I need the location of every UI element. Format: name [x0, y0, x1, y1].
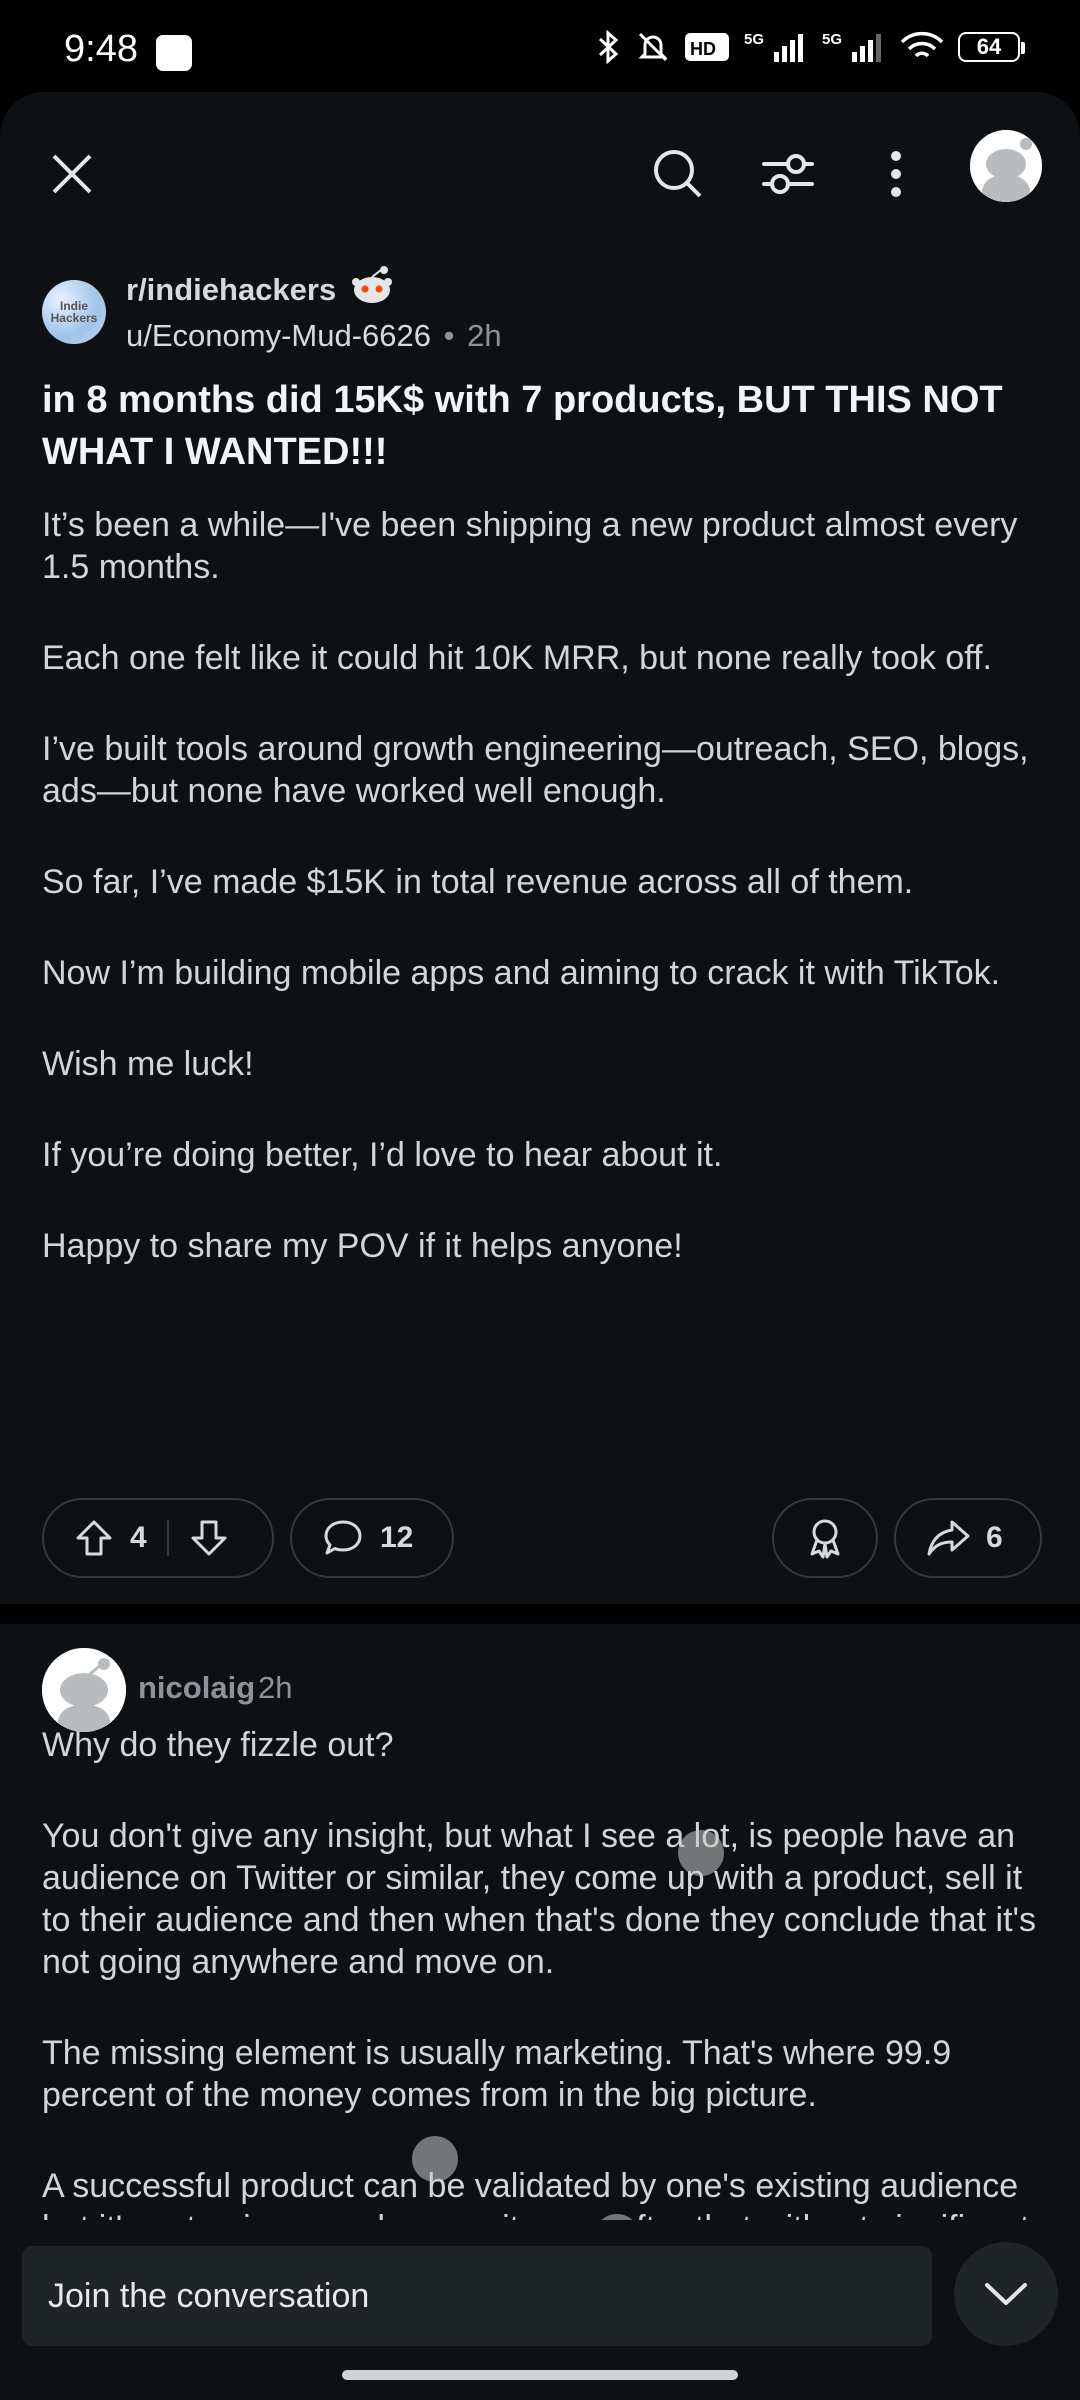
post-author[interactable]: u/Economy-Mud-6626 [126, 318, 431, 353]
post: Indie Hackers r/indiehackers u/Economy-M… [42, 266, 1042, 1316]
battery-indicator: 64 [958, 32, 1025, 62]
vote-count: 4 [130, 1521, 147, 1554]
sort-filter-button[interactable] [756, 142, 820, 206]
status-time: 9:48 [64, 28, 138, 70]
post-body: It’s been a while—I've been shipping a n… [42, 504, 1042, 1267]
downvote-icon [191, 1520, 227, 1556]
vote-control: 4 [42, 1498, 274, 1578]
snoo-avatar-icon [42, 1648, 126, 1732]
commenter-avatar[interactable] [42, 1648, 126, 1732]
touch-indicator [678, 1830, 724, 1876]
meta-separator: • [443, 318, 455, 353]
comment-header: nicolaig 2h [42, 1648, 1042, 1732]
filter-icon [762, 154, 814, 194]
post-paragraph: I’ve built tools around growth engineeri… [42, 730, 1029, 810]
upvote-icon [76, 1520, 112, 1556]
search-button[interactable] [646, 142, 710, 206]
hd-voice-icon: HD [685, 33, 729, 61]
join-conversation-input[interactable]: Join the conversation [22, 2246, 932, 2346]
post-paragraph: Wish me luck! [42, 1045, 254, 1083]
search-icon [654, 150, 702, 198]
post-age: 2h [467, 318, 502, 353]
post-paragraph: It’s been a while—I've been shipping a n… [42, 506, 1018, 586]
upvote-button[interactable] [74, 1518, 114, 1558]
chevron-down-icon [985, 2283, 1027, 2305]
reply-placeholder: Join the conversation [48, 2276, 370, 2315]
post-paragraph: Now I’m building mobile apps and aiming … [42, 954, 1001, 992]
battery-level: 64 [976, 34, 1002, 59]
section-divider [0, 1604, 1080, 1624]
comment-paragraph: The missing element is usually marketing… [42, 2034, 952, 2114]
subreddit-name[interactable]: r/indiehackers [126, 272, 336, 308]
profile-avatar[interactable] [970, 130, 1042, 202]
collapse-button[interactable] [954, 2242, 1058, 2346]
svg-text:HD: HD [690, 39, 716, 59]
post-header: Indie Hackers r/indiehackers u/Economy-M… [42, 266, 1042, 370]
close-button[interactable] [42, 144, 102, 204]
reply-bar: Join the conversation [0, 2220, 1080, 2400]
comment-count: 12 [380, 1521, 414, 1554]
comment-icon [324, 1520, 362, 1555]
vote-divider [166, 1520, 169, 1556]
signal-5g-icon: 5G [822, 31, 881, 62]
post-paragraph: So far, I’ve made $15K in total revenue … [42, 863, 914, 901]
share-icon [927, 1520, 970, 1556]
snoo-avatar-icon [970, 130, 1042, 202]
svg-text:5G: 5G [744, 31, 764, 48]
post-title: in 8 months did 15K$ with 7 products, BU… [42, 379, 1003, 473]
bluetooth-icon [598, 30, 619, 64]
post-meta: u/Economy-Mud-6626 • 2h [126, 318, 502, 354]
touch-indicator [412, 2136, 458, 2182]
share-button[interactable]: 6 [894, 1498, 1042, 1578]
more-options-button[interactable] [868, 142, 924, 206]
award-button[interactable] [772, 1498, 878, 1578]
snoo-badge-icon [352, 266, 392, 303]
comment-body: Why do they fizzle out? You don't give a… [42, 1724, 1042, 2291]
close-icon [52, 154, 92, 194]
app-notification-icon [156, 35, 192, 71]
post-paragraph: Each one felt like it could hit 10K MRR,… [42, 639, 993, 677]
subreddit-avatar-text: Indie Hackers [50, 299, 98, 325]
comment-author[interactable]: nicolaig [138, 1670, 255, 1706]
comment-paragraph: You don't give any insight, but what I s… [42, 1817, 1037, 1981]
downvote-button[interactable] [189, 1518, 229, 1558]
bell-off-icon [638, 32, 668, 62]
comment-age: 2h [258, 1670, 293, 1705]
post-paragraph: Happy to share my POV if it helps anyone… [42, 1227, 683, 1265]
post-sheet: Indie Hackers r/indiehackers u/Economy-M… [0, 92, 1080, 2400]
comments-button[interactable]: 12 [290, 1498, 454, 1578]
svg-text:5G: 5G [822, 31, 842, 48]
status-bar: 9:48 HD 5G 5G 64 [0, 0, 1080, 96]
post-action-bar: 4 12 6 [42, 1498, 1042, 1582]
signal-5g-icon: 5G [744, 31, 803, 62]
status-icons: HD 5G 5G 64 [596, 30, 1025, 64]
top-bar [0, 92, 1080, 242]
subreddit-avatar[interactable]: Indie Hackers [42, 280, 106, 344]
home-indicator[interactable] [342, 2370, 738, 2380]
wifi-icon [900, 31, 944, 58]
more-vertical-icon [891, 151, 901, 197]
share-count: 6 [986, 1521, 1003, 1554]
award-icon [810, 1519, 840, 1559]
post-paragraph: If you’re doing better, I’d love to hear… [42, 1136, 723, 1174]
